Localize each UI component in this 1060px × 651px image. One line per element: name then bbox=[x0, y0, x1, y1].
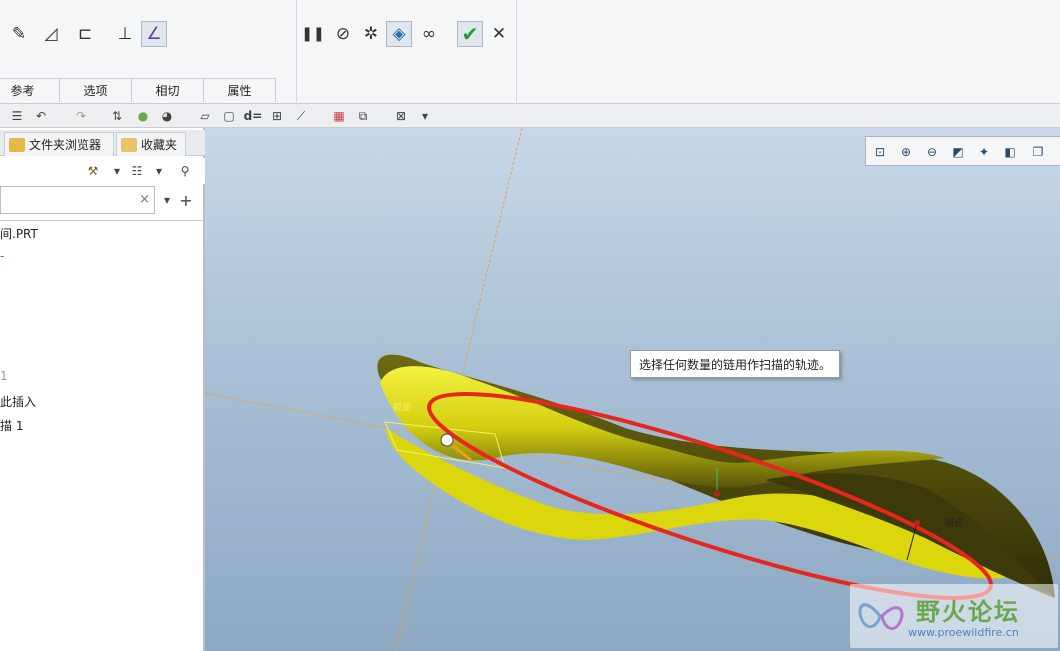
graphics-toolbar: ☰ ↶ ↷ ⇅ ● ◕ ▱ ▢ d= ⊞ ⟋ ▦ ⧉ ⊠ ▾ bbox=[0, 104, 1060, 128]
sweep-dashboard-ribbon: ✎ ◿ ⊏ ⊥ ∠ ❚❚ ⊘ ✲ ◈ ∞ ✔ ✕ 参考 选项 相切 属性 bbox=[0, 0, 1060, 104]
plane-icon[interactable]: ▱ bbox=[196, 107, 214, 125]
tab-favorites-label: 收藏夹 bbox=[141, 138, 178, 152]
search-input[interactable]: × bbox=[0, 186, 155, 214]
tab-references[interactable]: 参考 bbox=[0, 78, 60, 102]
navigator-panel: 文件夹浏览器 收藏夹 ⚒ ▾ ☷ ▾ ⚲ × ▾ + 间.PRT - 1 此插入… bbox=[0, 128, 205, 651]
filter-icon[interactable]: ⚲ bbox=[176, 162, 194, 180]
regenerate-icon[interactable]: ⇅ bbox=[108, 107, 126, 125]
appearance-icon[interactable]: ● bbox=[134, 107, 152, 125]
sketch-icon[interactable]: ✎ bbox=[6, 21, 32, 47]
close-window-icon[interactable]: ⊠ bbox=[392, 107, 410, 125]
zoom-in-icon[interactable]: ⊕ bbox=[896, 142, 916, 162]
open-section-icon[interactable]: ⊏ bbox=[72, 21, 98, 47]
tab-folder-browser-label: 文件夹浏览器 bbox=[29, 138, 102, 152]
folder-icon bbox=[9, 137, 25, 152]
settings-tools-icon[interactable]: ⚒ bbox=[84, 162, 102, 180]
model-tree-icon[interactable]: ⊞ bbox=[268, 107, 286, 125]
repaint-icon[interactable]: ◩ bbox=[948, 142, 968, 162]
display-style-icon[interactable]: ◧ bbox=[1000, 142, 1020, 162]
tree-item-insert-here[interactable]: 此插入 bbox=[0, 393, 36, 410]
redo-icon[interactable]: ↷ bbox=[72, 107, 90, 125]
view-manager-icon[interactable]: ⧉ bbox=[354, 107, 372, 125]
pause-icon[interactable]: ❚❚ bbox=[300, 21, 326, 47]
tree-item[interactable]: 1 bbox=[0, 369, 8, 383]
forum-watermark: 野火论坛 www.proewildfire.cn bbox=[850, 584, 1058, 648]
clear-icon[interactable]: × bbox=[139, 192, 150, 207]
variable-section-icon[interactable]: ∠ bbox=[141, 21, 167, 47]
dimension-icon[interactable]: d= bbox=[244, 107, 263, 125]
analysis-icon[interactable]: ▦ bbox=[330, 107, 348, 125]
chevron-down-icon[interactable]: ▾ bbox=[416, 107, 434, 125]
graphics-viewport[interactable]: 截面 原点 ⊡ ⊕ ⊖ ◩ ✦ ◧ ❐ 选择任何数量的链用作扫描的轨迹。 野火论… bbox=[205, 128, 1060, 651]
measure-icon[interactable]: ⟋ bbox=[292, 107, 310, 125]
tab-properties[interactable]: 属性 bbox=[204, 78, 276, 102]
chevron-down-icon[interactable]: ▾ bbox=[150, 162, 168, 180]
cancel-x-icon[interactable]: ✕ bbox=[486, 21, 512, 47]
spin-center-icon[interactable]: ✦ bbox=[974, 142, 994, 162]
chevron-down-icon[interactable]: ▾ bbox=[108, 162, 126, 180]
navigator-tools: ⚒ ▾ ☷ ▾ ⚲ bbox=[0, 158, 205, 184]
render-sphere-icon[interactable]: ◕ bbox=[158, 107, 176, 125]
tab-options[interactable]: 选项 bbox=[60, 78, 132, 102]
no-preview-icon[interactable]: ⊘ bbox=[330, 21, 356, 47]
origin-point bbox=[914, 520, 920, 526]
undo-icon[interactable]: ↶ bbox=[32, 107, 50, 125]
preview-icon[interactable]: ◈ bbox=[386, 21, 412, 47]
tree-item[interactable]: - bbox=[0, 249, 4, 263]
tree-item-sweep[interactable]: 描 1 bbox=[0, 417, 23, 434]
ribbon-divider bbox=[516, 0, 517, 104]
tab-tangency[interactable]: 相切 bbox=[132, 78, 204, 102]
selection-tooltip: 选择任何数量的链用作扫描的轨迹。 bbox=[630, 350, 840, 378]
navigator-tabs: 文件夹浏览器 收藏夹 bbox=[0, 130, 205, 156]
model-tree: 间.PRT - 1 此插入 描 1 bbox=[0, 220, 203, 650]
axis-marker-dot bbox=[714, 491, 720, 497]
star-folder-icon bbox=[121, 137, 137, 152]
watermark-url: www.proewildfire.cn bbox=[908, 626, 1019, 639]
section-label: 截面 bbox=[393, 401, 411, 413]
view-toolbar: ⊡ ⊕ ⊖ ◩ ✦ ◧ ❐ bbox=[865, 136, 1060, 166]
tab-folder-browser[interactable]: 文件夹浏览器 bbox=[4, 132, 114, 156]
start-point-handle[interactable] bbox=[440, 433, 454, 447]
glasses-icon[interactable]: ∞ bbox=[416, 21, 442, 47]
surface-icon[interactable]: ◿ bbox=[38, 21, 64, 47]
confirm-check-icon[interactable]: ✔ bbox=[457, 21, 483, 47]
add-icon[interactable]: + bbox=[177, 191, 195, 210]
model-canvas[interactable]: 截面 原点 bbox=[205, 128, 1060, 651]
refit-icon[interactable]: ⊡ bbox=[870, 142, 890, 162]
show-list-icon[interactable]: ☷ bbox=[128, 162, 146, 180]
verify-icon[interactable]: ✲ bbox=[358, 21, 384, 47]
zoom-out-icon[interactable]: ⊖ bbox=[922, 142, 942, 162]
origin-label: 原点 bbox=[945, 518, 963, 529]
constant-section-icon[interactable]: ⊥ bbox=[112, 21, 138, 47]
creo-application-window: ✎ ◿ ⊏ ⊥ ∠ ❚❚ ⊘ ✲ ◈ ∞ ✔ ✕ 参考 选项 相切 属性 ☰ ↶… bbox=[0, 0, 1060, 651]
saved-views-icon[interactable]: ❐ bbox=[1028, 142, 1048, 162]
cube-icon[interactable]: ▢ bbox=[220, 107, 238, 125]
ribbon-divider bbox=[296, 0, 297, 104]
chevron-down-icon[interactable]: ▾ bbox=[158, 191, 176, 209]
tree-item-part[interactable]: 间.PRT bbox=[0, 225, 38, 242]
watermark-title: 野火论坛 bbox=[916, 598, 1020, 626]
layers-icon[interactable]: ☰ bbox=[8, 107, 26, 125]
butterfly-logo-icon bbox=[858, 603, 904, 631]
tab-favorites[interactable]: 收藏夹 bbox=[116, 132, 186, 156]
